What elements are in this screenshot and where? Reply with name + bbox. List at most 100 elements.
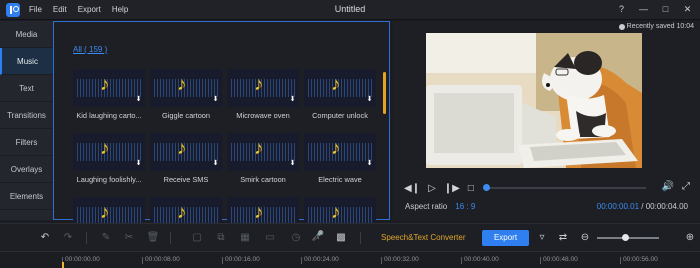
category-sidebar: Media Music Text Transitions Filters Ove… xyxy=(0,21,53,220)
aspect-ratio[interactable]: Aspect ratio 16 : 9 xyxy=(405,202,475,211)
download-arrow-icon[interactable]: ⬇ xyxy=(289,160,296,168)
media-library-panel: All ( 159 ) ♪ ⬇ Kid laughing carto... ♪ ⬇ Gig… xyxy=(53,21,390,235)
download-arrow-icon[interactable]: ⬇ xyxy=(135,96,142,104)
music-thumbnail[interactable]: ♪⬇ xyxy=(227,133,299,171)
music-item-label: Computer unlock xyxy=(312,111,368,120)
marker-icon[interactable]: ▿ xyxy=(535,232,549,244)
toolbar-divider xyxy=(360,232,361,244)
sidebar-item-transitions[interactable]: Transitions xyxy=(0,102,53,129)
undo-icon[interactable]: ↶ xyxy=(38,232,52,244)
save-status: Recently saved 10:04 xyxy=(618,23,694,30)
volume-icon[interactable]: 🔊 xyxy=(662,181,674,192)
ruler-tick: 00:00:32.00 xyxy=(381,256,419,264)
duration-icon[interactable]: ◷ xyxy=(289,232,303,244)
music-note-icon: ♪ xyxy=(331,74,341,95)
ruler-tick: 00:00:00.00 xyxy=(62,256,100,264)
menu-edit[interactable]: Edit xyxy=(53,5,67,14)
help-icon[interactable]: ? xyxy=(615,2,628,16)
freeze-frame-icon[interactable]: ▭ xyxy=(263,232,277,244)
playback-scrubber[interactable] xyxy=(486,187,646,189)
sidebar-item-filters[interactable]: Filters xyxy=(0,129,53,156)
total-time: 00:00:04.00 xyxy=(645,202,688,211)
editing-toolbar: ↶ ↷ ✎ ✂ 🗑 ▢ ⧉ ▦ ▭ ◷ ◐ 🎤 ▩ Speech&Text Co… xyxy=(0,223,700,251)
text-to-speech-icon[interactable]: ▩ xyxy=(334,232,348,244)
app-logo-icon xyxy=(6,3,20,17)
edit-pencil-icon[interactable]: ✎ xyxy=(99,232,113,244)
menu-help[interactable]: Help xyxy=(112,5,128,14)
music-thumbnail[interactable]: ♪⬇ xyxy=(150,133,222,171)
aspect-ratio-value[interactable]: 16 : 9 xyxy=(455,202,475,211)
zoom-slider-handle[interactable] xyxy=(621,234,629,241)
download-arrow-icon[interactable]: ⬇ xyxy=(212,160,219,168)
time-readout: 00:00:00.01 / 00:00:04.00 xyxy=(597,202,688,211)
music-item-label: Electric wave xyxy=(318,175,362,184)
window-controls: ? — □ ✕ xyxy=(615,2,694,16)
music-thumbnail[interactable]: ♪⬇ xyxy=(73,133,145,171)
previous-frame-icon[interactable]: ◀❙ xyxy=(404,183,420,194)
mosaic-icon[interactable]: ▦ xyxy=(238,232,252,244)
music-item-label: Giggle cartoon xyxy=(161,111,211,120)
delete-icon[interactable]: 🗑 xyxy=(146,232,160,244)
crop-icon[interactable]: ▢ xyxy=(190,232,204,244)
sidebar-item-media[interactable]: Media xyxy=(0,21,53,48)
music-thumbnail[interactable]: ♪⬇ xyxy=(150,69,222,107)
timeline-playhead[interactable] xyxy=(62,262,64,268)
sidebar-item-text[interactable]: Text xyxy=(0,75,53,102)
ruler-tick: 00:00:24.00 xyxy=(301,256,339,264)
microphone-icon[interactable]: 🎤 xyxy=(311,231,325,243)
download-arrow-icon[interactable]: ⬇ xyxy=(135,160,142,168)
download-arrow-icon[interactable]: ⬇ xyxy=(212,96,219,104)
toolbar-divider xyxy=(170,232,171,244)
zoom-in-icon[interactable]: ⊕ xyxy=(683,232,697,244)
download-arrow-icon[interactable]: ⬇ xyxy=(289,96,296,104)
music-item-label: Smirk cartoon xyxy=(240,175,286,184)
close-icon[interactable]: ✕ xyxy=(681,2,694,16)
fit-timeline-icon[interactable]: ⇄ xyxy=(556,232,570,244)
music-note-icon: ♪ xyxy=(254,74,264,95)
next-frame-icon[interactable]: ❙▶ xyxy=(444,183,460,194)
speech-text-converter-button[interactable]: Speech&Text Converter xyxy=(381,233,466,242)
music-note-icon: ♪ xyxy=(100,138,110,159)
music-note-icon: ♪ xyxy=(254,202,264,223)
download-arrow-icon[interactable]: ⬇ xyxy=(366,160,373,168)
music-thumbnail[interactable]: ♪⬇ xyxy=(73,69,145,107)
menu-file[interactable]: File xyxy=(29,5,42,14)
ruler-tick: 00:00:40.00 xyxy=(461,256,499,264)
ruler-tick: 00:00:16.00 xyxy=(222,256,260,264)
play-icon[interactable]: ▷ xyxy=(428,183,436,194)
download-arrow-icon[interactable]: ⬇ xyxy=(366,96,373,104)
timeline-ruler[interactable]: 00:00:00.00 00:00:08.00 00:00:16.00 00:0… xyxy=(0,251,700,268)
music-note-icon: ♪ xyxy=(331,202,341,223)
music-note-icon: ♪ xyxy=(254,138,264,159)
scissors-icon[interactable]: ✂ xyxy=(122,232,136,244)
video-preview[interactable] xyxy=(426,33,642,168)
preview-frame-image xyxy=(426,33,642,168)
scrubber-handle[interactable] xyxy=(483,184,491,191)
playback-controls: ◀❙ ▷ ❙▶ □ xyxy=(404,183,474,194)
music-note-icon: ♪ xyxy=(177,202,187,223)
filter-all-link[interactable]: All ( 159 ) xyxy=(73,45,107,54)
sidebar-item-music[interactable]: Music xyxy=(0,48,53,75)
music-note-icon: ♪ xyxy=(100,202,110,223)
music-thumbnail[interactable]: ♪⬇ xyxy=(304,69,376,107)
saved-check-icon xyxy=(618,23,625,30)
maximize-icon[interactable]: □ xyxy=(659,2,672,16)
music-item-label: Kid laughing carto... xyxy=(76,111,142,120)
redo-icon[interactable]: ↷ xyxy=(61,232,75,244)
music-item-label: Microwave oven xyxy=(236,111,290,120)
library-scrollbar[interactable] xyxy=(383,72,386,114)
current-time: 00:00:00.01 xyxy=(596,202,640,211)
menu-export[interactable]: Export xyxy=(78,5,101,14)
fullscreen-icon[interactable]: ⤢ xyxy=(682,181,690,192)
title-bar: File Edit Export Help Untitled ? — □ ✕ xyxy=(0,0,700,20)
zoom-out-icon[interactable]: ⊖ xyxy=(578,232,592,244)
save-status-text: Recently saved 10:04 xyxy=(626,23,694,30)
stop-icon[interactable]: □ xyxy=(468,183,474,194)
resize-icon[interactable]: ⧉ xyxy=(214,232,228,244)
minimize-icon[interactable]: — xyxy=(637,2,650,16)
music-thumbnail[interactable]: ♪⬇ xyxy=(227,69,299,107)
sidebar-item-overlays[interactable]: Overlays xyxy=(0,156,53,183)
sidebar-item-elements[interactable]: Elements xyxy=(0,183,53,210)
export-button[interactable]: Export xyxy=(482,230,529,246)
music-thumbnail[interactable]: ♪⬇ xyxy=(304,133,376,171)
